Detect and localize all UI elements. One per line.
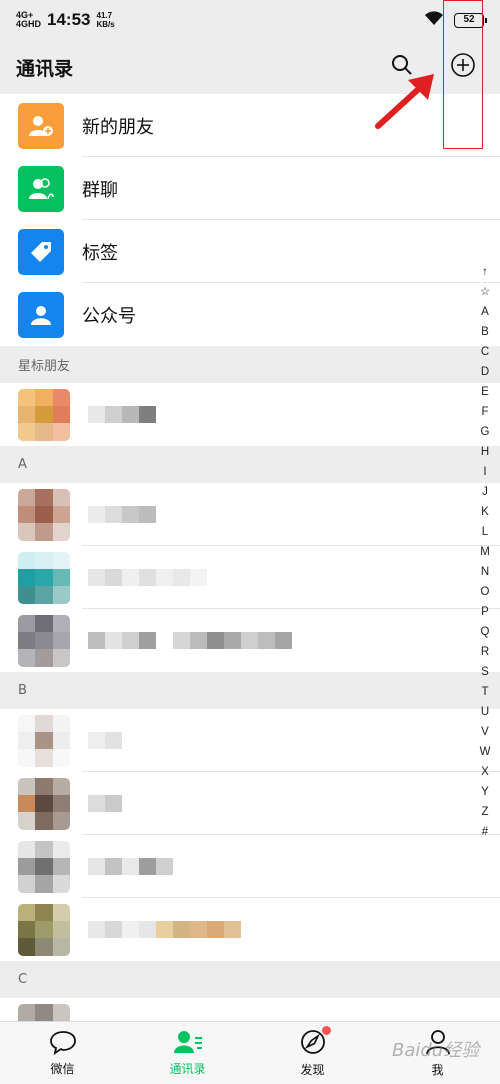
avatar — [18, 551, 70, 604]
contact-row[interactable] — [0, 483, 500, 546]
index-letter[interactable]: I — [483, 462, 486, 482]
contacts-icon — [173, 1029, 203, 1058]
group-chats-row[interactable]: 群聊 — [0, 157, 500, 220]
wifi-icon — [424, 10, 444, 31]
index-letter[interactable]: B — [481, 322, 489, 342]
index-letter[interactable]: U — [481, 702, 489, 722]
avatar — [18, 714, 70, 767]
index-letter[interactable]: A — [481, 302, 489, 322]
contact-name-blurred — [88, 921, 241, 938]
speed-unit: KB/s — [96, 20, 115, 29]
index-letter[interactable]: L — [482, 522, 488, 542]
notification-dot — [321, 1026, 331, 1035]
tags-row[interactable]: 标签 — [0, 220, 500, 283]
official-account-icon — [18, 291, 64, 338]
tab-contacts[interactable]: 通讯录 — [125, 1022, 250, 1084]
index-letter[interactable]: W — [480, 742, 491, 762]
tab-contacts-label: 通讯录 — [169, 1062, 206, 1076]
index-letter[interactable]: M — [480, 542, 490, 562]
group-icon — [18, 165, 64, 212]
index-letter[interactable]: O — [481, 582, 490, 602]
index-letter[interactable]: F — [481, 402, 488, 422]
index-letter[interactable]: J — [482, 482, 488, 502]
chat-icon — [49, 1029, 77, 1058]
network-speed: 41.7 KB/s — [97, 11, 115, 29]
index-letter[interactable]: T — [481, 682, 488, 702]
contact-row[interactable] — [0, 546, 500, 609]
contact-name-blurred — [88, 406, 156, 423]
index-letter[interactable]: H — [481, 442, 489, 462]
contact-row[interactable] — [0, 772, 500, 835]
contact-name-blurred — [88, 858, 173, 875]
index-letter[interactable]: K — [481, 502, 489, 522]
contact-name-blurred — [88, 632, 292, 649]
speed-value: 41.7 — [96, 11, 113, 20]
index-letter[interactable]: P — [481, 602, 489, 622]
group-chats-label: 群聊 — [82, 179, 118, 201]
alphabet-index[interactable]: ↑ ☆ A B C D E F G H I J K L M N O P Q R S T U V W X Y Z # — [474, 262, 496, 842]
page-title: 通讯录 — [16, 57, 74, 80]
tab-chats-label: 微信 — [50, 1062, 75, 1076]
avatar — [18, 840, 70, 893]
index-letter[interactable]: E — [481, 382, 489, 402]
contact-row[interactable] — [0, 609, 500, 672]
tags-label: 标签 — [82, 242, 118, 264]
contact-row[interactable] — [0, 709, 500, 772]
contacts-list: 新的朋友 群聊 标签 公众号 星标朋友 A B C — [0, 94, 500, 1021]
avatar — [18, 614, 70, 667]
index-letter[interactable]: # — [482, 822, 488, 842]
new-friends-label: 新的朋友 — [82, 116, 154, 138]
contact-name-blurred — [88, 795, 122, 812]
index-letter[interactable]: X — [481, 762, 489, 782]
annotation-arrow-icon — [375, 74, 434, 129]
index-letter[interactable]: Q — [481, 622, 490, 642]
status-time: 14:53 — [47, 10, 91, 29]
tab-me-label: 我 — [431, 1063, 444, 1077]
index-letter[interactable]: V — [481, 722, 489, 742]
network-indicator: 4G+ 4GHD — [16, 11, 41, 29]
avatar — [18, 388, 70, 441]
index-letter[interactable]: R — [481, 642, 489, 662]
contact-name-blurred — [88, 732, 122, 749]
index-letter[interactable]: ↑ — [482, 262, 488, 282]
section-header-c: C — [0, 961, 500, 998]
index-letter[interactable]: G — [481, 422, 490, 442]
avatar — [18, 777, 70, 830]
contact-row[interactable] — [0, 383, 500, 446]
tab-discover[interactable]: 发现 — [250, 1022, 375, 1084]
tag-icon — [18, 228, 64, 275]
official-accounts-label: 公众号 — [82, 305, 136, 327]
contact-name-blurred — [88, 569, 207, 586]
compass-icon — [299, 1026, 331, 1059]
index-letter[interactable]: Y — [481, 782, 489, 802]
index-letter[interactable]: N — [481, 562, 489, 582]
index-letter[interactable]: S — [481, 662, 489, 682]
index-letter[interactable]: C — [481, 342, 489, 362]
contact-row[interactable] — [0, 835, 500, 898]
avatar — [18, 1003, 70, 1021]
contact-row[interactable] — [0, 898, 500, 961]
network-2-label: 4GHD — [16, 19, 42, 29]
index-letter[interactable]: ☆ — [480, 282, 490, 302]
watermark: Baidu经验 — [392, 1040, 480, 1061]
avatar — [18, 488, 70, 541]
add-friend-icon — [18, 102, 64, 149]
status-bar: 4G+ 4GHD 14:53 41.7 KB/s 52 — [0, 0, 500, 40]
index-letter[interactable]: D — [481, 362, 489, 382]
contact-row[interactable] — [0, 998, 500, 1021]
section-header-starred: 星标朋友 — [0, 346, 500, 383]
section-header-a: A — [0, 446, 500, 483]
contact-name-blurred — [88, 506, 156, 523]
avatar — [18, 903, 70, 956]
annotation-highlight-box — [443, 0, 483, 149]
index-letter[interactable]: Z — [481, 802, 488, 822]
tab-discover-label: 发现 — [300, 1063, 325, 1077]
official-accounts-row[interactable]: 公众号 — [0, 283, 500, 346]
section-header-b: B — [0, 672, 500, 709]
tab-chats[interactable]: 微信 — [0, 1022, 125, 1084]
